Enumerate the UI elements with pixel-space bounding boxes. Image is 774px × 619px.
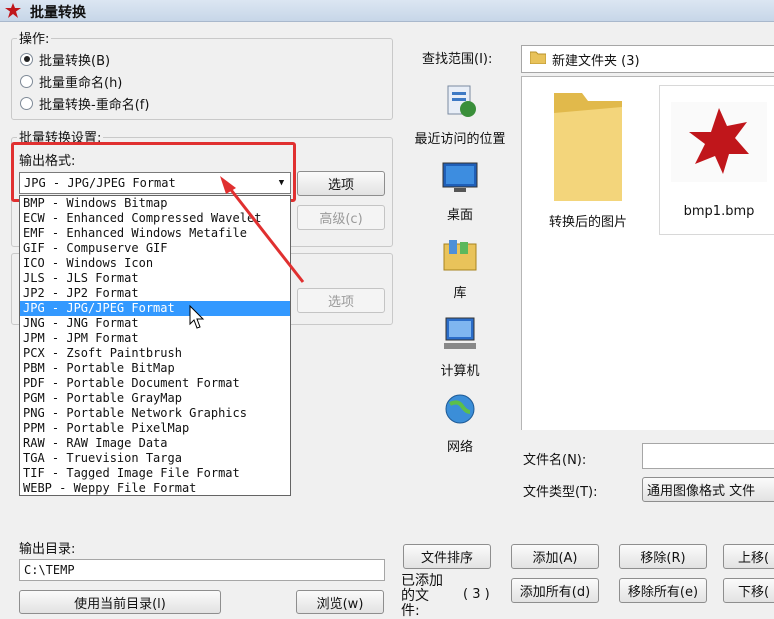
- output-dir-label: 输出目录:: [19, 542, 76, 557]
- filetype-label: 文件类型(T):: [523, 485, 598, 500]
- format-option[interactable]: ICO - Windows Icon: [20, 256, 290, 271]
- library-icon: [443, 240, 477, 271]
- output-dir-value: C:\TEMP: [24, 563, 75, 577]
- remove-all-button[interactable]: 移除所有(e): [619, 578, 707, 603]
- format-option[interactable]: TIF - Tagged Image File Format: [20, 466, 290, 481]
- options-button[interactable]: 选项: [297, 171, 385, 196]
- computer-icon: [444, 317, 476, 349]
- look-in-combo[interactable]: 新建文件夹 (3): [521, 45, 774, 73]
- move-down-button[interactable]: 下移(: [723, 578, 774, 603]
- recent-places-icon: [447, 85, 476, 117]
- file-name: 转换后的图片: [548, 215, 627, 230]
- filetype-combo[interactable]: 通用图像格式 文件: [642, 477, 774, 502]
- place-label: 网络: [446, 440, 473, 455]
- window-title: 批量转换: [30, 5, 86, 21]
- file-name: bmp1.bmp: [683, 204, 755, 219]
- added-count: ( 3 ): [463, 587, 490, 602]
- folder-icon: [554, 93, 622, 201]
- radio-batch-convert[interactable]: 批量转换(B): [20, 49, 110, 69]
- place-label: 最近访问的位置: [414, 132, 506, 147]
- format-option[interactable]: JP2 - JP2 Format: [20, 286, 290, 301]
- look-in-value: 新建文件夹 (3): [552, 53, 640, 69]
- format-option[interactable]: TGA - Truevision Targa: [20, 451, 290, 466]
- place-recent[interactable]: 最近访问的位置: [405, 80, 515, 147]
- options-button-2[interactable]: 选项: [297, 288, 385, 313]
- format-option[interactable]: RAW - RAW Image Data: [20, 436, 290, 451]
- format-option[interactable]: ECW - Enhanced Compressed Wavelet: [20, 211, 290, 226]
- format-option[interactable]: PDF - Portable Document Format: [20, 376, 290, 391]
- format-option[interactable]: JPG - JPG/JPEG Format: [20, 301, 290, 316]
- format-option[interactable]: WEBP - Weppy File Format: [20, 481, 290, 495]
- red-cat-icon: [4, 2, 22, 20]
- added-files-label: 已添加的文件:: [401, 573, 443, 619]
- add-button[interactable]: 添加(A): [511, 544, 599, 569]
- radio-batch-rename[interactable]: 批量重命名(h): [20, 71, 122, 91]
- radio-batch-convert-rename[interactable]: 批量转换-重命名(f): [20, 93, 149, 113]
- remove-button[interactable]: 移除(R): [619, 544, 707, 569]
- radio-button[interactable]: [20, 52, 33, 66]
- place-desktop[interactable]: 桌面: [405, 160, 515, 223]
- operation-label: 操作:: [17, 28, 52, 47]
- format-option[interactable]: PCX - Zsoft Paintbrush: [20, 346, 290, 361]
- place-label: 桌面: [446, 208, 473, 223]
- sort-files-button[interactable]: 文件排序: [403, 544, 491, 569]
- network-icon: [445, 394, 475, 424]
- image-file-icon: [671, 102, 767, 182]
- radio-button[interactable]: [20, 96, 33, 110]
- format-option[interactable]: EMF - Enhanced Windows Metafile: [20, 226, 290, 241]
- filename-label: 文件名(N):: [523, 453, 587, 468]
- use-current-dir-button[interactable]: 使用当前目录(l): [19, 590, 221, 614]
- format-option[interactable]: PNG - Portable Network Graphics: [20, 406, 290, 421]
- filename-input[interactable]: [642, 443, 774, 469]
- place-network[interactable]: 网络: [405, 392, 515, 455]
- radio-label: 批量重命名(h): [39, 75, 123, 91]
- file-list-area[interactable]: 转换后的图片 bmp1.bmp: [521, 76, 774, 430]
- highlight-annotation: [11, 142, 296, 202]
- file-item[interactable]: bmp1.bmp: [659, 85, 774, 235]
- place-computer[interactable]: 计算机: [405, 316, 515, 379]
- format-option[interactable]: JPM - JPM Format: [20, 331, 290, 346]
- advanced-button[interactable]: 高级(c): [297, 205, 385, 230]
- format-option[interactable]: PGM - Portable GrayMap: [20, 391, 290, 406]
- format-option[interactable]: GIF - Compuserve GIF: [20, 241, 290, 256]
- place-label: 库: [453, 286, 467, 301]
- format-option[interactable]: JLS - JLS Format: [20, 271, 290, 286]
- radio-label: 批量转换-重命名(f): [39, 97, 150, 113]
- folder-icon: [529, 50, 547, 68]
- format-option[interactable]: PPM - Portable PixelMap: [20, 421, 290, 436]
- look-in-label: 查找范围(I):: [422, 52, 493, 67]
- place-label: 计算机: [440, 364, 480, 379]
- move-up-button[interactable]: 上移(: [723, 544, 774, 569]
- add-all-button[interactable]: 添加所有(d): [511, 578, 599, 603]
- file-item[interactable]: 转换后的图片: [534, 83, 642, 230]
- format-option[interactable]: BMP - Windows Bitmap: [20, 196, 290, 211]
- format-option[interactable]: PBM - Portable BitMap: [20, 361, 290, 376]
- place-library[interactable]: 库: [405, 238, 515, 301]
- output-dir-input[interactable]: C:\TEMP: [19, 559, 385, 581]
- title-bar: 批量转换: [0, 0, 774, 22]
- browse-button[interactable]: 浏览(w): [296, 590, 384, 614]
- radio-label: 批量转换(B): [39, 53, 111, 69]
- format-option[interactable]: JNG - JNG Format: [20, 316, 290, 331]
- desktop-icon: [442, 162, 478, 192]
- radio-button[interactable]: [20, 74, 33, 88]
- format-dropdown-list[interactable]: BMP - Windows Bitmap ECW - Enhanced Compr…: [19, 195, 291, 496]
